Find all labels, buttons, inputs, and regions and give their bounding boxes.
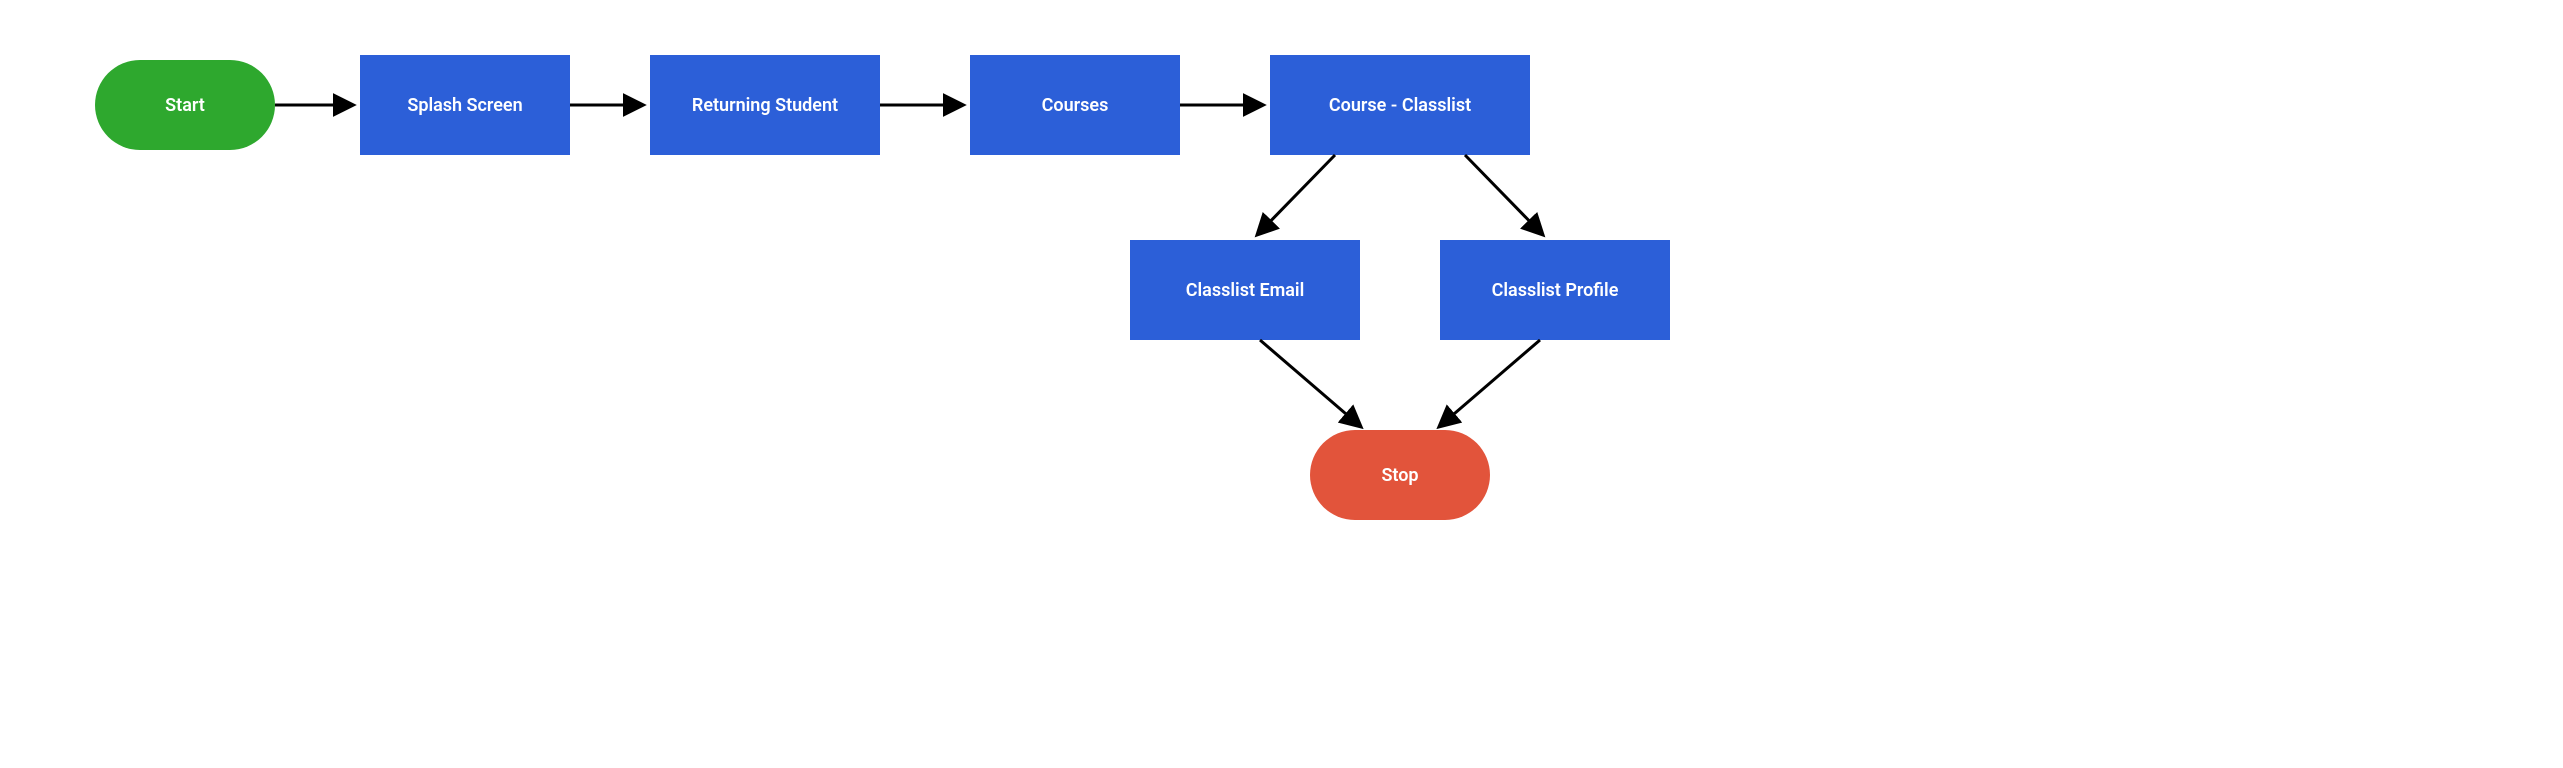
node-courses-label: Courses <box>1042 95 1109 116</box>
node-stop: Stop <box>1310 430 1490 520</box>
node-classlist-email: Classlist Email <box>1130 240 1360 340</box>
edge-profile-stop <box>1440 340 1540 426</box>
node-course-classlist-label: Course - Classlist <box>1329 95 1471 116</box>
node-stop-label: Stop <box>1381 465 1418 486</box>
edge-email-stop <box>1260 340 1360 426</box>
node-start: Start <box>95 60 275 150</box>
node-classlist-profile-label: Classlist Profile <box>1492 280 1619 301</box>
node-splash-screen-label: Splash Screen <box>407 95 522 116</box>
node-course-classlist: Course - Classlist <box>1270 55 1530 155</box>
node-returning-student: Returning Student <box>650 55 880 155</box>
edge-classlist-email <box>1258 155 1335 234</box>
node-courses: Courses <box>970 55 1180 155</box>
node-returning-student-label: Returning Student <box>692 95 838 116</box>
node-classlist-email-label: Classlist Email <box>1186 280 1305 301</box>
edge-classlist-profile <box>1465 155 1542 234</box>
node-splash-screen: Splash Screen <box>360 55 570 155</box>
flowchart: Start Splash Screen Returning Student Co… <box>0 0 2563 768</box>
node-start-label: Start <box>165 95 205 116</box>
node-classlist-profile: Classlist Profile <box>1440 240 1670 340</box>
